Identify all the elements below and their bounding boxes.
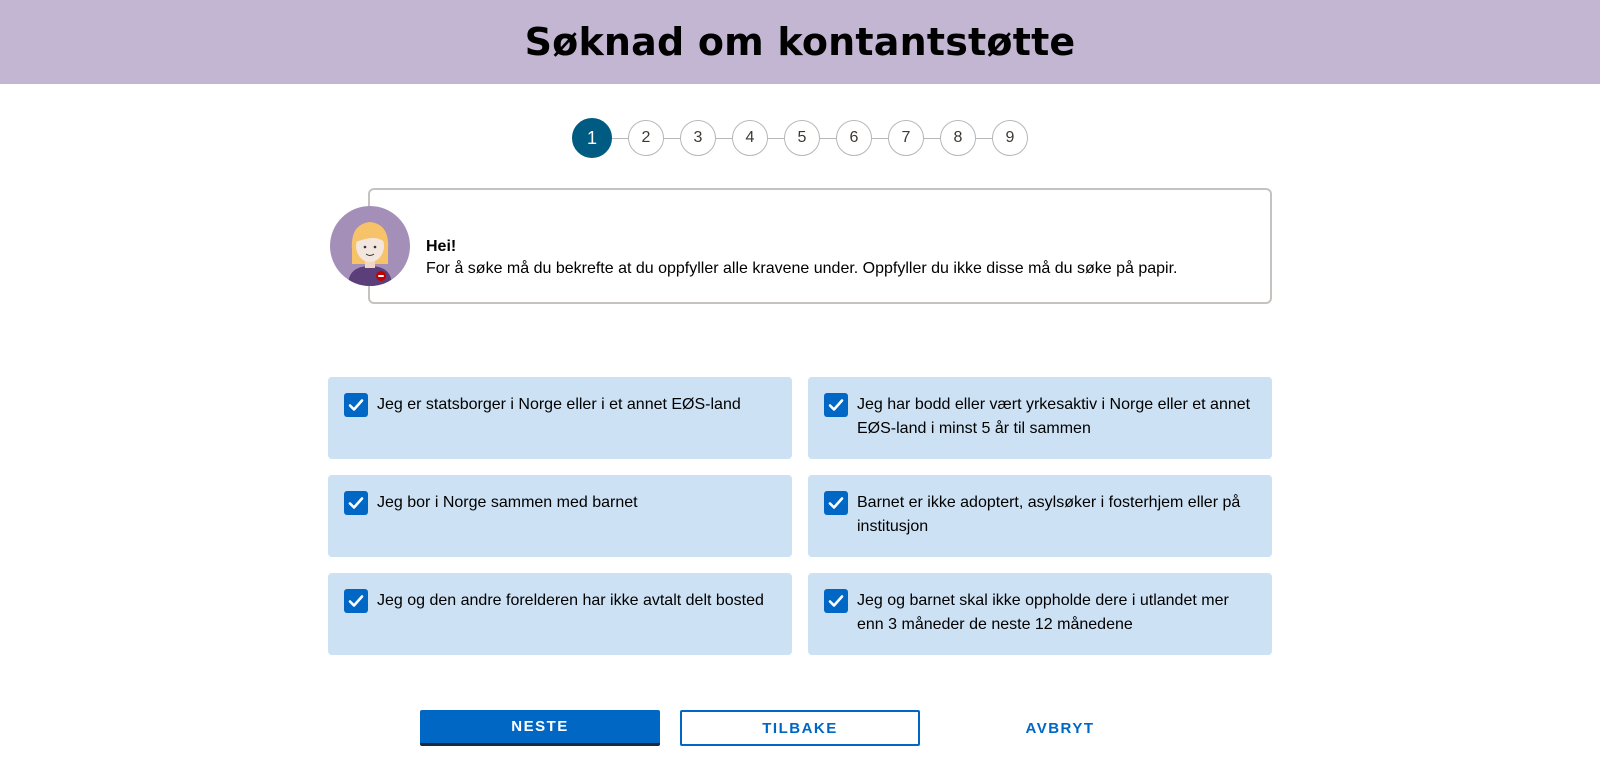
step-4[interactable]: 4 (732, 120, 768, 156)
requirements-grid: Jeg er statsborger i Norge eller i et an… (328, 377, 1272, 655)
step-connector (612, 137, 628, 139)
requirement-label[interactable]: Jeg er statsborger i Norge eller i et an… (377, 393, 741, 417)
avatar-illustration (348, 222, 392, 286)
checkbox-checked-icon[interactable] (344, 491, 368, 515)
checkbox-checked-icon[interactable] (824, 589, 848, 613)
step-9[interactable]: 9 (992, 120, 1028, 156)
step-connector (976, 137, 992, 139)
step-connector (924, 137, 940, 139)
step-5[interactable]: 5 (784, 120, 820, 156)
page-title: Søknad om kontantstøtte (524, 20, 1076, 64)
cancel-button[interactable]: AVBRYT (940, 710, 1180, 746)
speech-greeting: Hei! (426, 238, 457, 255)
button-row: NESTE TILBAKE AVBRYT (420, 710, 1180, 746)
checkbox-checked-icon[interactable] (824, 393, 848, 417)
requirement-label[interactable]: Jeg har bodd eller vært yrkesaktiv i Nor… (857, 393, 1256, 441)
requirement-label[interactable]: Jeg bor i Norge sammen med barnet (377, 491, 638, 515)
speech-text: Hei! For å søke må du bekrefte at du opp… (426, 236, 1178, 280)
step-8[interactable]: 8 (940, 120, 976, 156)
requirement-card[interactable]: Jeg har bodd eller vært yrkesaktiv i Nor… (808, 377, 1272, 459)
step-1[interactable]: 1 (572, 118, 612, 158)
page-header: Søknad om kontantstøtte (0, 0, 1600, 84)
step-6[interactable]: 6 (836, 120, 872, 156)
step-2[interactable]: 2 (628, 120, 664, 156)
checkbox-checked-icon[interactable] (824, 491, 848, 515)
veileder-avatar (330, 206, 410, 286)
speech-message: For å søke må du bekrefte at du oppfylle… (426, 260, 1178, 277)
step-connector (872, 137, 888, 139)
checkbox-checked-icon[interactable] (344, 393, 368, 417)
requirement-card[interactable]: Jeg bor i Norge sammen med barnet (328, 475, 792, 557)
step-connector (820, 137, 836, 139)
requirement-card[interactable]: Barnet er ikke adoptert, asylsøker i fos… (808, 475, 1272, 557)
requirement-card[interactable]: Jeg og barnet skal ikke oppholde dere i … (808, 573, 1272, 655)
back-button[interactable]: TILBAKE (680, 710, 920, 746)
stepper: 1 2 3 4 5 6 7 8 9 (572, 118, 1028, 158)
requirement-card[interactable]: Jeg og den andre forelderen har ikke avt… (328, 573, 792, 655)
step-connector (664, 137, 680, 139)
step-7[interactable]: 7 (888, 120, 924, 156)
step-connector (768, 137, 784, 139)
step-connector (716, 137, 732, 139)
requirement-card[interactable]: Jeg er statsborger i Norge eller i et an… (328, 377, 792, 459)
requirement-label[interactable]: Jeg og barnet skal ikke oppholde dere i … (857, 589, 1256, 637)
requirement-label[interactable]: Barnet er ikke adoptert, asylsøker i fos… (857, 491, 1256, 539)
requirement-label[interactable]: Jeg og den andre forelderen har ikke avt… (377, 589, 764, 613)
checkbox-checked-icon[interactable] (344, 589, 368, 613)
step-3[interactable]: 3 (680, 120, 716, 156)
next-button[interactable]: NESTE (420, 710, 660, 746)
